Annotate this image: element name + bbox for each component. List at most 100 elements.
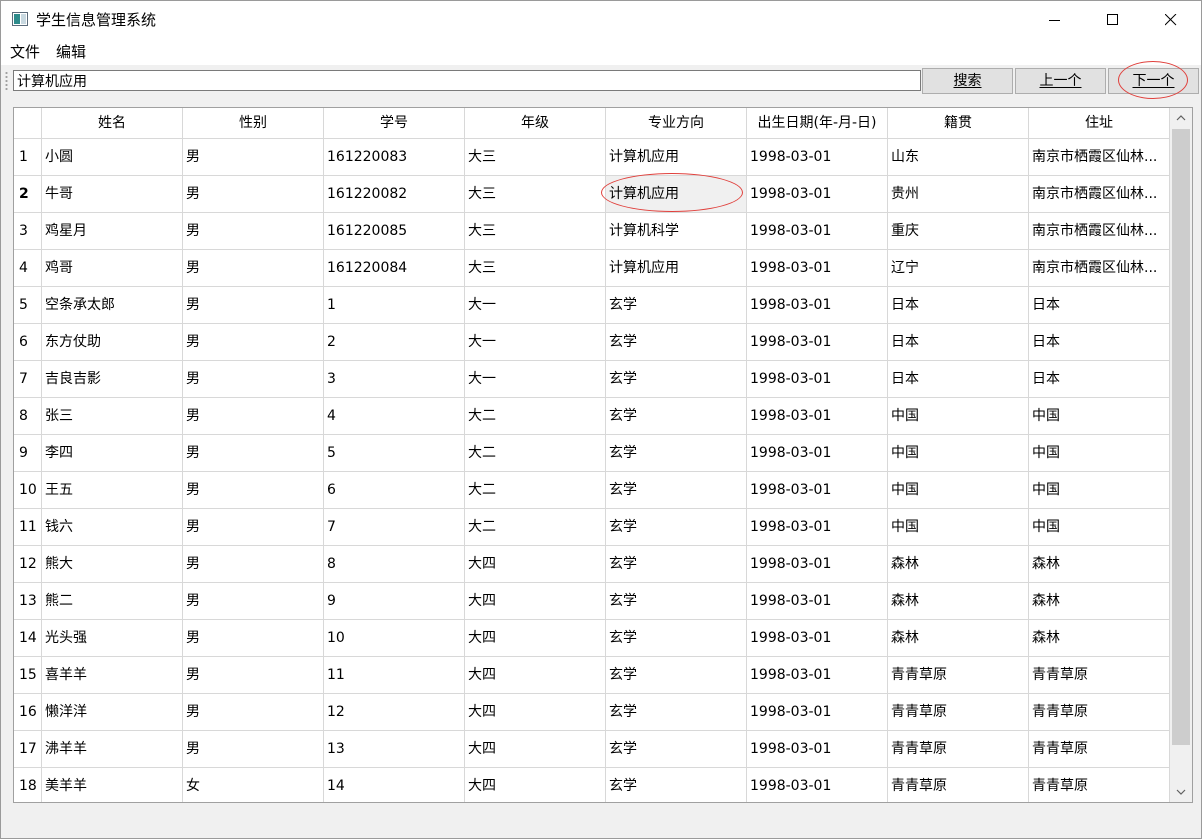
row-header[interactable]: 5	[14, 287, 42, 324]
table-cell[interactable]: 男	[183, 583, 324, 620]
table-cell[interactable]: 牛哥	[42, 176, 183, 213]
table-cell[interactable]: 1998-03-01	[747, 472, 888, 509]
table-cell[interactable]: 男	[183, 250, 324, 287]
table-cell[interactable]: 南京市栖霞区仙林...	[1029, 250, 1170, 287]
table-cell[interactable]: 1998-03-01	[747, 139, 888, 176]
table-cell[interactable]: 8	[324, 546, 465, 583]
table-cell[interactable]: 男	[183, 361, 324, 398]
table-cell[interactable]: 9	[324, 583, 465, 620]
table-cell[interactable]: 女	[183, 768, 324, 802]
table-cell[interactable]: 东方仗助	[42, 324, 183, 361]
column-header[interactable]: 专业方向	[606, 108, 747, 139]
column-header[interactable]: 出生日期(年-月-日)	[747, 108, 888, 139]
row-header[interactable]: 3	[14, 213, 42, 250]
table-cell[interactable]: 南京市栖霞区仙林...	[1029, 213, 1170, 250]
row-header[interactable]: 10	[14, 472, 42, 509]
table-cell[interactable]: 玄学	[606, 324, 747, 361]
table-cell[interactable]: 男	[183, 509, 324, 546]
table-cell[interactable]: 12	[324, 694, 465, 731]
table-cell[interactable]: 美羊羊	[42, 768, 183, 802]
table-cell[interactable]: 男	[183, 139, 324, 176]
table-cell[interactable]: 男	[183, 546, 324, 583]
table-cell[interactable]: 1998-03-01	[747, 657, 888, 694]
table-cell[interactable]: 计算机应用	[606, 139, 747, 176]
table-cell[interactable]: 森林	[1029, 620, 1170, 657]
table-cell[interactable]: 5	[324, 435, 465, 472]
table-cell[interactable]: 青青草原	[888, 731, 1029, 768]
table-cell[interactable]: 13	[324, 731, 465, 768]
row-header[interactable]: 17	[14, 731, 42, 768]
table-cell[interactable]: 1998-03-01	[747, 546, 888, 583]
search-input[interactable]	[13, 70, 921, 91]
table-cell[interactable]: 大三	[465, 139, 606, 176]
toolbar-grip[interactable]	[5, 71, 8, 91]
table-cell[interactable]: 青青草原	[888, 768, 1029, 802]
row-header[interactable]: 7	[14, 361, 42, 398]
table-cell[interactable]: 光头强	[42, 620, 183, 657]
table-cell[interactable]: 玄学	[606, 472, 747, 509]
table-cell[interactable]: 森林	[1029, 546, 1170, 583]
table-cell[interactable]: 大一	[465, 287, 606, 324]
table-cell[interactable]: 1998-03-01	[747, 620, 888, 657]
table-cell[interactable]: 吉良吉影	[42, 361, 183, 398]
next-button[interactable]: 下一个	[1108, 68, 1199, 94]
table-cell[interactable]: 喜羊羊	[42, 657, 183, 694]
scroll-down-button[interactable]	[1170, 782, 1192, 802]
table-cell[interactable]: 玄学	[606, 398, 747, 435]
table-cell[interactable]: 森林	[1029, 583, 1170, 620]
table-cell[interactable]: 小圆	[42, 139, 183, 176]
table-cell[interactable]: 森林	[888, 583, 1029, 620]
row-header[interactable]: 13	[14, 583, 42, 620]
row-header[interactable]: 12	[14, 546, 42, 583]
table-cell[interactable]: 青青草原	[1029, 694, 1170, 731]
table-cell[interactable]: 大三	[465, 250, 606, 287]
column-header[interactable]: 年级	[465, 108, 606, 139]
column-header[interactable]: 住址	[1029, 108, 1170, 139]
table-cell[interactable]: 男	[183, 620, 324, 657]
table-cell[interactable]: 161220083	[324, 139, 465, 176]
table-cell[interactable]: 计算机应用	[606, 250, 747, 287]
column-header[interactable]: 姓名	[42, 108, 183, 139]
table-cell[interactable]: 大四	[465, 620, 606, 657]
menu-file[interactable]: 文件	[10, 43, 40, 61]
table-cell[interactable]: 大四	[465, 546, 606, 583]
table-cell[interactable]: 2	[324, 324, 465, 361]
table-cell[interactable]: 6	[324, 472, 465, 509]
table-cell[interactable]: 玄学	[606, 546, 747, 583]
table-cell[interactable]: 日本	[1029, 324, 1170, 361]
table-cell[interactable]: 1998-03-01	[747, 250, 888, 287]
table-cell[interactable]: 1998-03-01	[747, 398, 888, 435]
table-cell[interactable]: 3	[324, 361, 465, 398]
column-header[interactable]: 性别	[183, 108, 324, 139]
table-cell[interactable]: 1998-03-01	[747, 731, 888, 768]
table-cell[interactable]: 计算机科学	[606, 213, 747, 250]
table-corner[interactable]	[14, 108, 42, 139]
table-cell[interactable]: 大二	[465, 509, 606, 546]
table-cell[interactable]: 玄学	[606, 509, 747, 546]
vertical-scrollbar[interactable]	[1170, 108, 1192, 802]
table-cell[interactable]: 青青草原	[888, 694, 1029, 731]
table-cell[interactable]: 玄学	[606, 657, 747, 694]
table-cell[interactable]: 日本	[888, 287, 1029, 324]
table-cell[interactable]: 大三	[465, 176, 606, 213]
table-cell[interactable]: 玄学	[606, 361, 747, 398]
table-cell[interactable]: 大四	[465, 768, 606, 802]
title-bar[interactable]: 学生信息管理系统	[1, 1, 1201, 39]
table-cell[interactable]: 男	[183, 731, 324, 768]
table-cell[interactable]: 张三	[42, 398, 183, 435]
table-cell[interactable]: 中国	[888, 398, 1029, 435]
row-header[interactable]: 15	[14, 657, 42, 694]
table-cell[interactable]: 中国	[888, 472, 1029, 509]
table-cell[interactable]: 空条承太郎	[42, 287, 183, 324]
table-cell[interactable]: 男	[183, 657, 324, 694]
table-cell[interactable]: 中国	[1029, 472, 1170, 509]
table-cell[interactable]: 中国	[888, 509, 1029, 546]
table-cell[interactable]: 大四	[465, 731, 606, 768]
table-cell[interactable]: 玄学	[606, 583, 747, 620]
table-cell[interactable]: 男	[183, 324, 324, 361]
table-cell[interactable]: 大三	[465, 213, 606, 250]
table-cell[interactable]: 青青草原	[888, 657, 1029, 694]
table-cell[interactable]: 日本	[1029, 287, 1170, 324]
table-cell[interactable]: 中国	[1029, 509, 1170, 546]
table-cell[interactable]: 青青草原	[1029, 731, 1170, 768]
